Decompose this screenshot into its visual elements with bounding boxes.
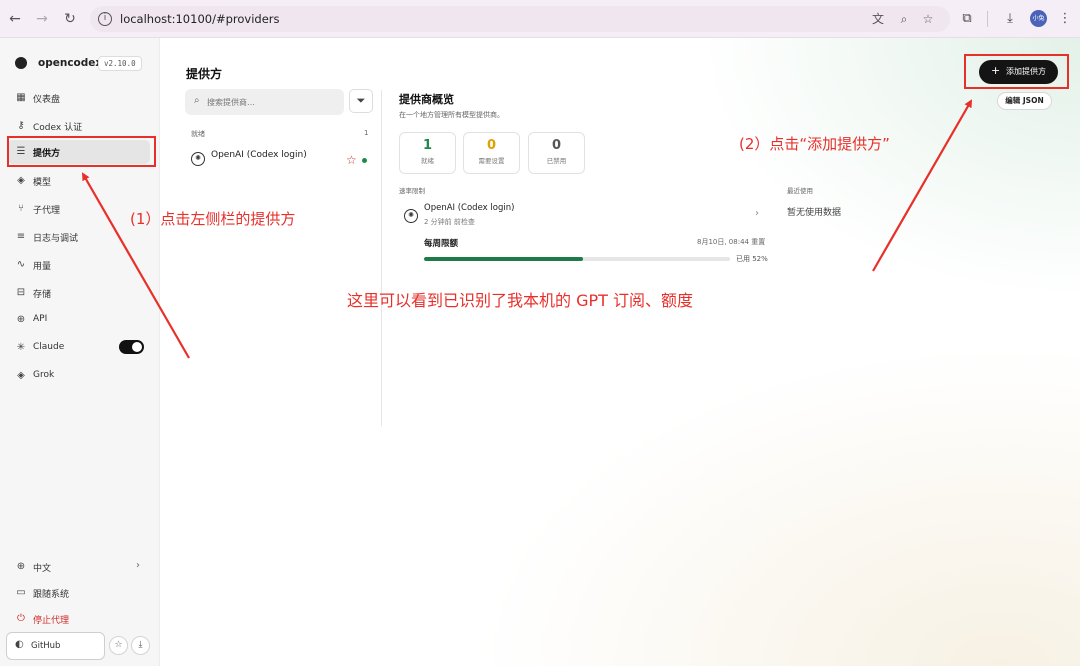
arrow-to-add-button xyxy=(872,99,972,272)
arrow-to-sidebar xyxy=(82,172,190,359)
annotation-arrows xyxy=(82,99,972,359)
